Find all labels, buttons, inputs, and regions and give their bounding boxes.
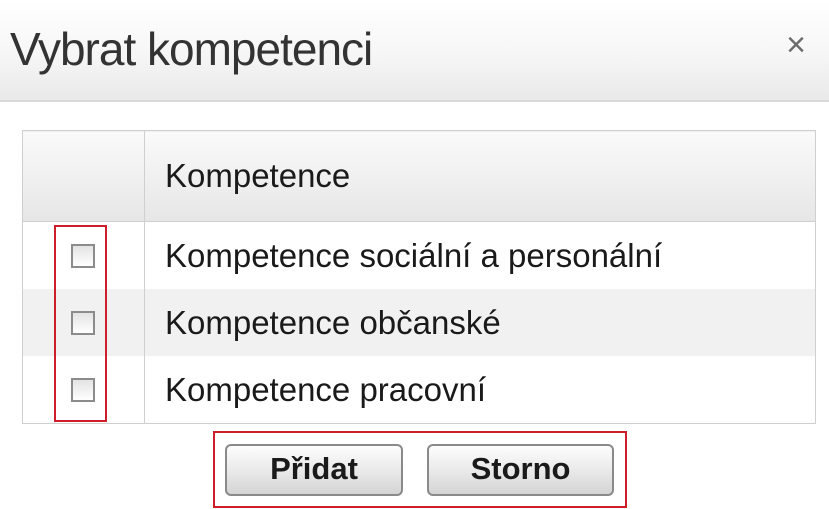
checkbox-column-header bbox=[22, 130, 145, 222]
competence-label: Kompetence občanské bbox=[144, 289, 816, 356]
cancel-button[interactable]: Storno bbox=[427, 444, 614, 496]
dialog-titlebar: Vybrat kompetenci × bbox=[0, 0, 829, 102]
close-icon[interactable]: × bbox=[781, 28, 811, 62]
checkbox-cell bbox=[22, 289, 145, 356]
competence-table: Kompetence Kompetence sociální a personá… bbox=[22, 130, 816, 424]
column-header-kompetence: Kompetence bbox=[144, 130, 816, 222]
row-checkbox[interactable] bbox=[71, 310, 95, 335]
dialog-title: Vybrat kompetenci bbox=[10, 23, 373, 75]
table-row: Kompetence občanské bbox=[22, 289, 816, 356]
table-header-row: Kompetence bbox=[22, 130, 816, 222]
table-row: Kompetence pracovní bbox=[22, 356, 816, 424]
add-button[interactable]: Přidat bbox=[225, 444, 403, 496]
row-checkbox[interactable] bbox=[71, 243, 95, 268]
select-competence-dialog: Vybrat kompetenci × Kompetence Kompetenc… bbox=[0, 0, 829, 509]
table-row: Kompetence sociální a personální bbox=[22, 221, 816, 289]
competence-label: Kompetence pracovní bbox=[165, 370, 487, 408]
checkbox-cell bbox=[22, 356, 145, 424]
row-checkbox[interactable] bbox=[71, 377, 95, 402]
competence-label: Kompetence sociální a personální bbox=[165, 236, 663, 274]
checkbox-cell bbox=[22, 221, 145, 289]
